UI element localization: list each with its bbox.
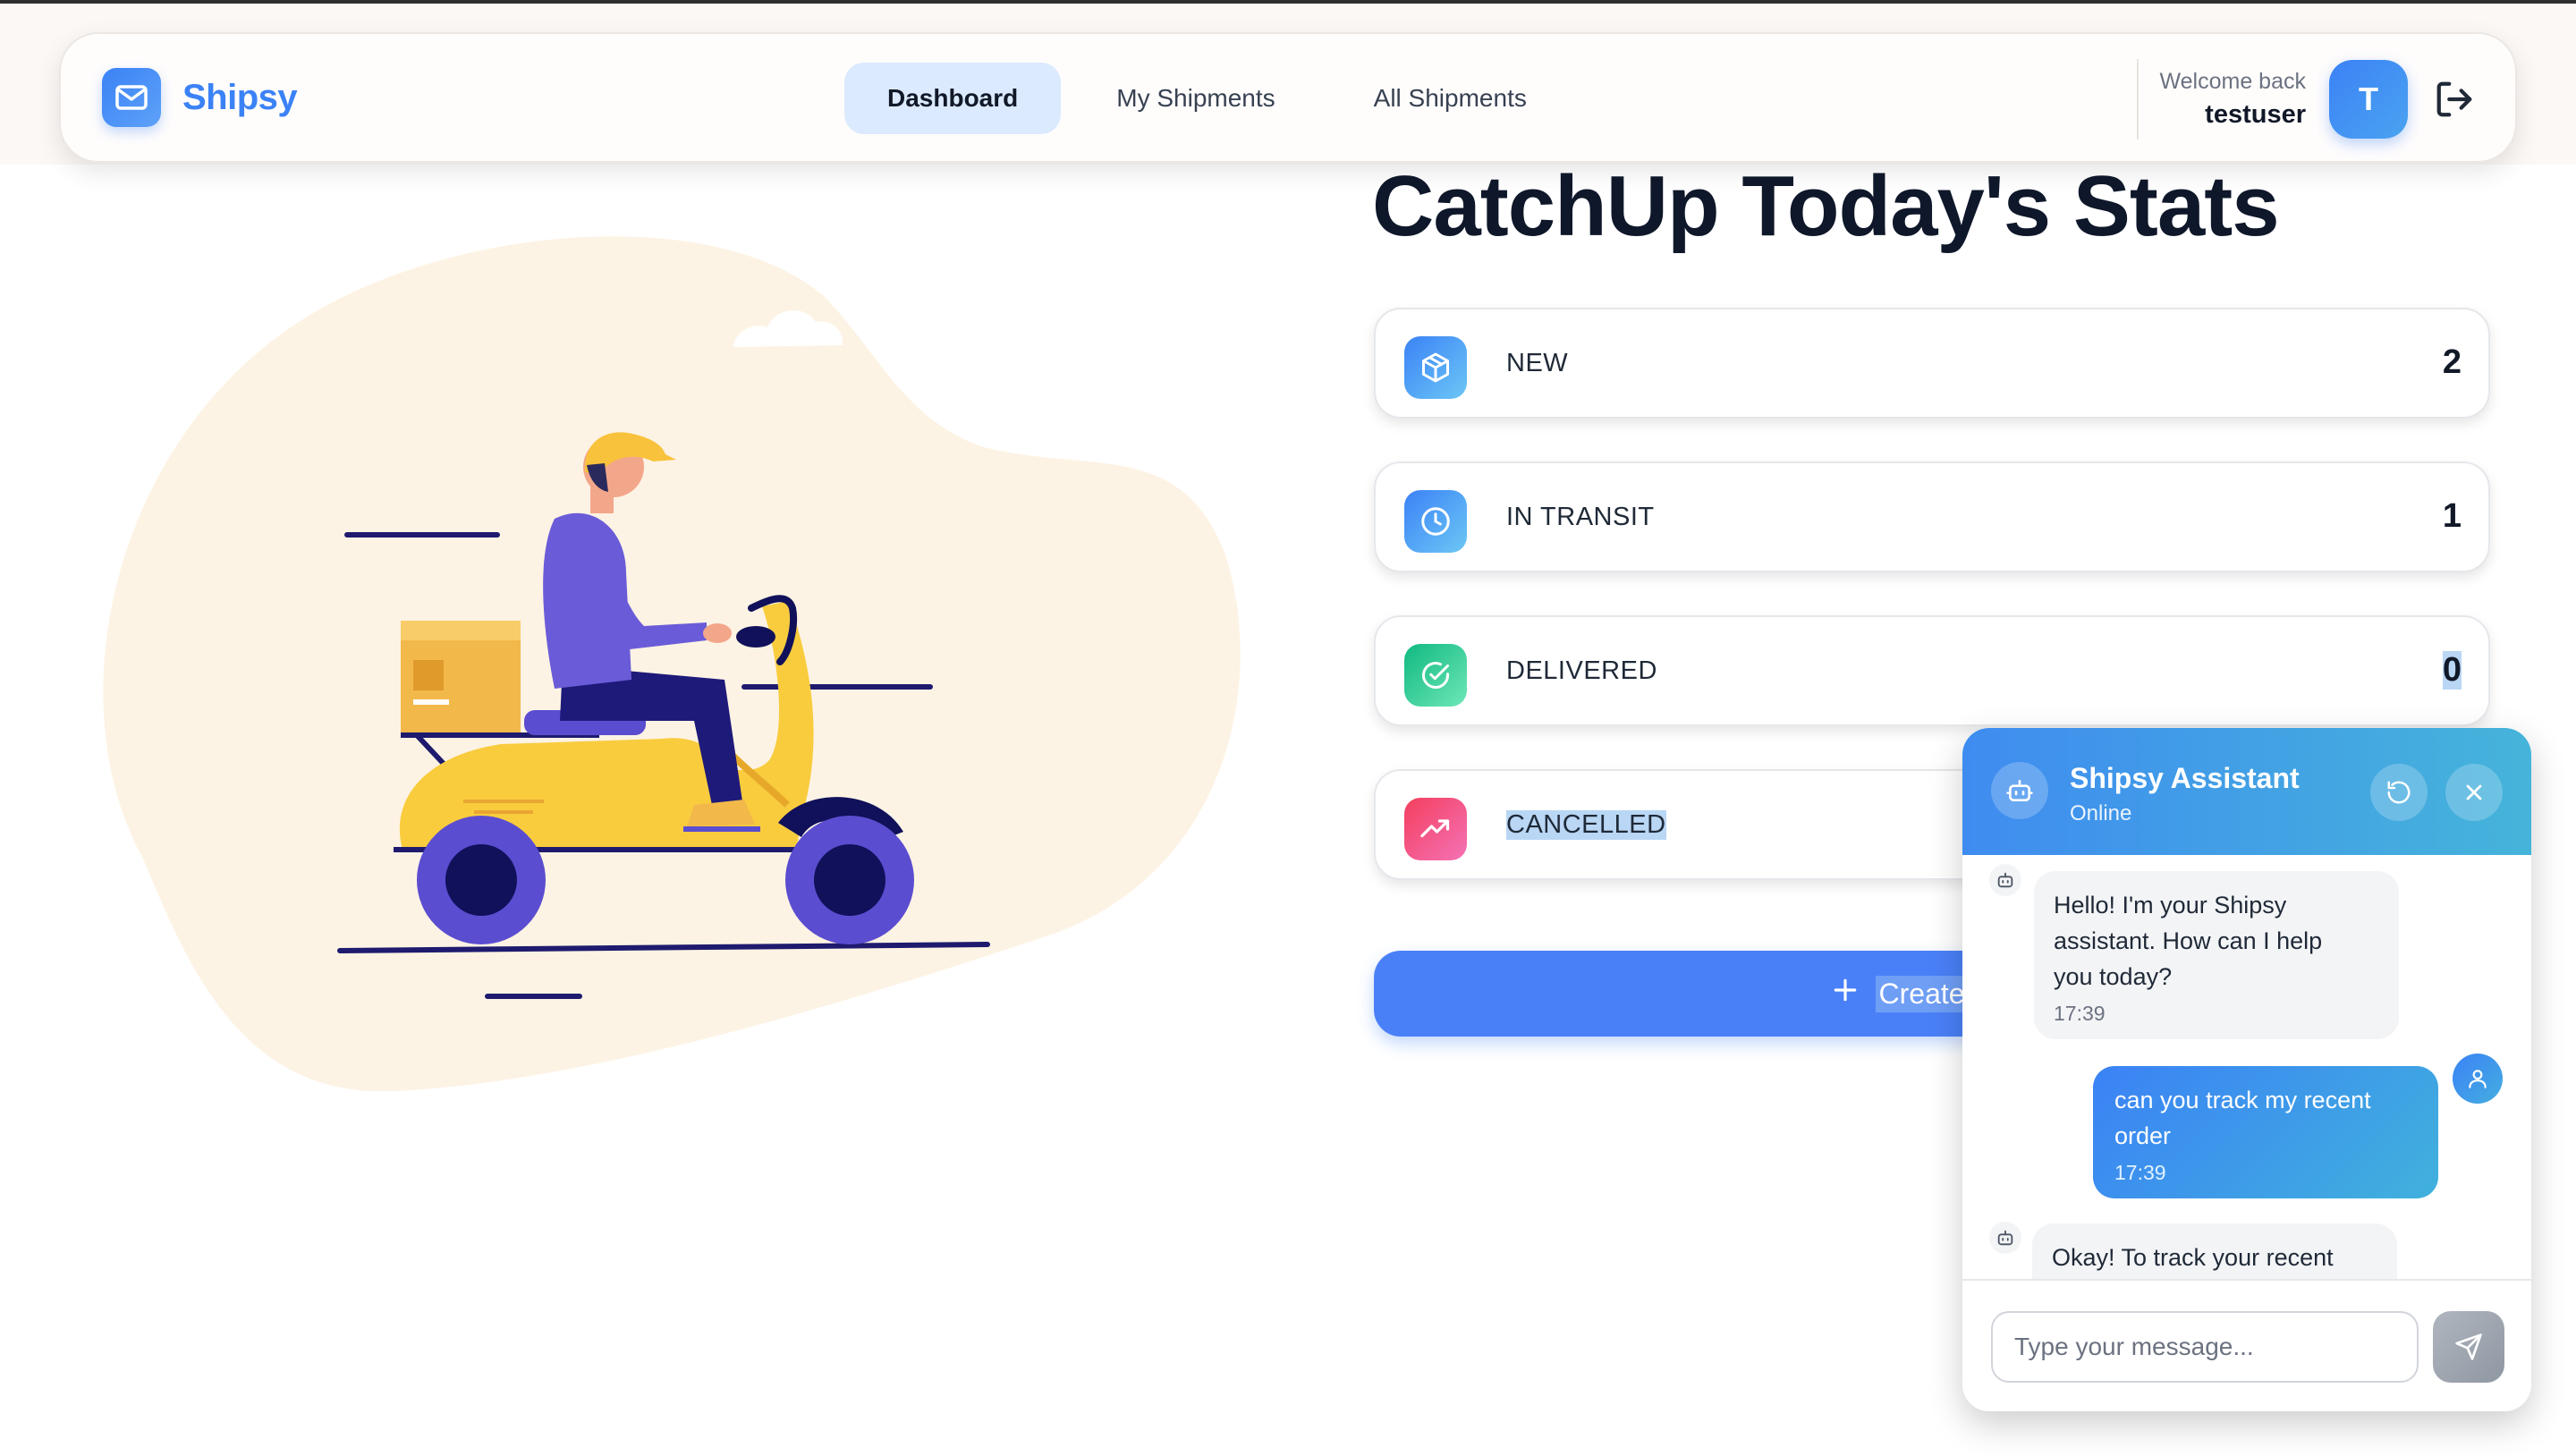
bot-icon [1989, 864, 2021, 896]
send-icon[interactable] [2433, 1311, 2504, 1383]
stat-card-new[interactable]: NEW 2 [1374, 308, 2490, 419]
chat-messages: Hello! I'm your Shipsy assistant. How ca… [1962, 855, 2531, 1279]
tab-all-shipments[interactable]: All Shipments [1331, 63, 1570, 134]
message-line: you today? [2054, 963, 2173, 990]
welcome-text: Welcome back [2159, 69, 2307, 94]
bot-message: Hello! I'm your Shipsy assistant. How ca… [2034, 871, 2399, 1039]
message-line: Hello! I'm your Shipsy [2054, 892, 2287, 918]
user-greeting: Welcome back testuser [2160, 69, 2307, 130]
clock-icon [1404, 490, 1467, 553]
stat-value: 1 [2442, 497, 2462, 535]
stat-card-in-transit[interactable]: IN TRANSIT 1 [1374, 461, 2490, 572]
trending-up-icon [1404, 798, 1467, 860]
chat-message-input[interactable] [1991, 1311, 2419, 1383]
chat-title: Shipsy Assistant [2070, 762, 2300, 794]
avatar[interactable]: T [2329, 60, 2408, 139]
stat-value: 0 [2442, 651, 2462, 690]
user-icon [2453, 1054, 2503, 1104]
message-time: 17:39 [2114, 1161, 2166, 1184]
chat-status: Online [2070, 801, 2132, 825]
bot-message: Okay! To track your recent [2032, 1223, 2397, 1279]
message-time: 17:39 [2054, 1002, 2106, 1025]
stat-label: CANCELLED [1506, 810, 1666, 840]
plus-icon [1831, 976, 1860, 1012]
brand[interactable]: Shipsy [102, 68, 298, 127]
message-line: assistant. How can I help [2054, 927, 2323, 954]
message-line: Okay! To track your recent [2052, 1244, 2334, 1271]
navbar: Shipsy Dashboard My Shipments All Shipme… [59, 32, 2517, 163]
stat-label: NEW [1506, 349, 1569, 377]
tab-my-shipments[interactable]: My Shipments [1073, 63, 1318, 134]
chat-header: Shipsy Assistant Online [1962, 728, 2531, 855]
mail-icon [102, 68, 161, 127]
message-line: order [2114, 1122, 2172, 1149]
bot-icon [1991, 762, 2048, 819]
delivery-scooter-illustration [89, 233, 1252, 1092]
brand-name: Shipsy [182, 77, 298, 117]
stat-label: IN TRANSIT [1506, 503, 1655, 531]
stat-value: 2 [2442, 343, 2462, 381]
box-icon [1404, 336, 1467, 399]
username: testuser [2205, 100, 2306, 129]
tab-dashboard[interactable]: Dashboard [844, 63, 1062, 134]
user-message: can you track my recent order 17:39 [2093, 1066, 2438, 1198]
stat-label: DELIVERED [1506, 656, 1657, 685]
nav-tabs: Dashboard My Shipments All Shipments [844, 63, 1570, 134]
bot-icon [1989, 1222, 2021, 1254]
page-title: CatchUp Today's Stats [1372, 158, 2280, 254]
chat-assistant-panel: Shipsy Assistant Online Hello! I'm your … [1962, 728, 2531, 1411]
check-circle-icon [1404, 644, 1467, 707]
divider [2136, 59, 2139, 140]
refresh-icon[interactable] [2370, 764, 2428, 821]
chat-footer [1962, 1279, 2531, 1411]
message-line: can you track my recent [2114, 1087, 2371, 1113]
close-icon[interactable] [2445, 764, 2503, 821]
stat-card-delivered[interactable]: DELIVERED 0 [1374, 615, 2490, 726]
user-area: Welcome back testuser T [2136, 59, 2480, 140]
logout-icon[interactable] [2429, 74, 2479, 124]
